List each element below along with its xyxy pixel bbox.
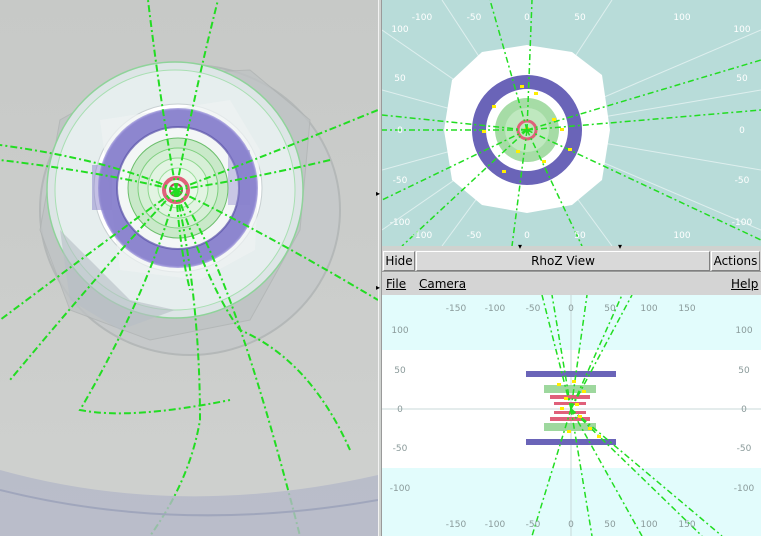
view-toolbar: Hide RhoZ View Actions [382,250,761,272]
rhoz-top-tick: 150 [678,304,695,314]
rhoz-left-tick: -50 [393,444,408,454]
rphi-right-tick: 0 [739,126,745,136]
rphi-top-tick: 100 [673,13,690,23]
rhoz-right-tick: 100 [735,326,752,336]
rhoz-bottom-tick: -100 [485,520,506,530]
rhoz-bottom-tick: -150 [446,520,467,530]
rhoz-left-tick: 100 [391,326,408,336]
rphi-left-tick: -100 [390,218,411,228]
rhoz-right-tick: 50 [738,366,750,376]
rhoz-view-canvas[interactable]: -150 -100 -50 0 50 100 150 -150 -100 -50… [382,295,761,536]
rhoz-top-tick: 0 [568,304,574,314]
rphi-right-tick: -100 [732,218,753,228]
rhoz-right-tick: 0 [741,405,747,415]
rhoz-left-tick: 50 [394,366,406,376]
rhoz-right-tick: -100 [734,484,755,494]
rphi-left-tick: 50 [394,74,406,84]
rhoz-bottom-tick: 0 [568,520,574,530]
menu-file[interactable]: File [386,277,406,291]
rphi-top-tick: 50 [574,13,586,23]
rhoz-bottom-tick: -50 [526,520,541,530]
rhoz-top-tick: -100 [485,304,506,314]
rhoz-bottom-tick: 150 [678,520,695,530]
rphi-left-tick: 100 [391,25,408,35]
menu-bar: File Camera Help [382,273,761,295]
rhoz-bottom-tick: 100 [640,520,657,530]
rphi-left-tick: -50 [393,176,408,186]
rhoz-left-tick: 0 [397,405,403,415]
rhoz-top-tick: 100 [640,304,657,314]
rphi-bottom-tick: 0 [524,231,530,241]
rhoz-top-tick: -150 [446,304,467,314]
rphi-bottom-tick: 50 [574,231,586,241]
rphi-right-tick: -50 [735,176,750,186]
rphi-top-tick: 0 [524,13,530,23]
rphi-bottom-tick: 100 [673,231,690,241]
rphi-right-tick: 50 [736,74,748,84]
rphi-bottom-tick: -50 [467,231,482,241]
rphi-left-tick: 0 [397,126,403,136]
view-title-button[interactable]: RhoZ View [416,251,710,271]
menu-help[interactable]: Help [731,277,758,291]
3d-view-canvas[interactable] [0,0,378,536]
rphi-view-canvas[interactable]: -100 -50 0 50 100 -100 -50 0 50 100 100 … [382,0,761,246]
rphi-top-tick: -50 [467,13,482,23]
rphi-right-tick: 100 [733,25,750,35]
rhoz-top-tick: 50 [604,304,616,314]
menu-camera[interactable]: Camera [419,277,466,291]
splitter-arrow-icon[interactable]: ▸ [376,190,380,198]
rphi-bottom-tick: -100 [412,231,433,241]
actions-button[interactable]: Actions [711,251,760,271]
rhoz-right-tick: -50 [737,444,752,454]
splitter-arrow-icon[interactable]: ▸ [376,284,380,292]
hide-button[interactable]: Hide [383,251,415,271]
rphi-top-tick: -100 [412,13,433,23]
rhoz-left-tick: -100 [390,484,411,494]
rhoz-bottom-tick: 50 [604,520,616,530]
rhoz-top-tick: -50 [526,304,541,314]
